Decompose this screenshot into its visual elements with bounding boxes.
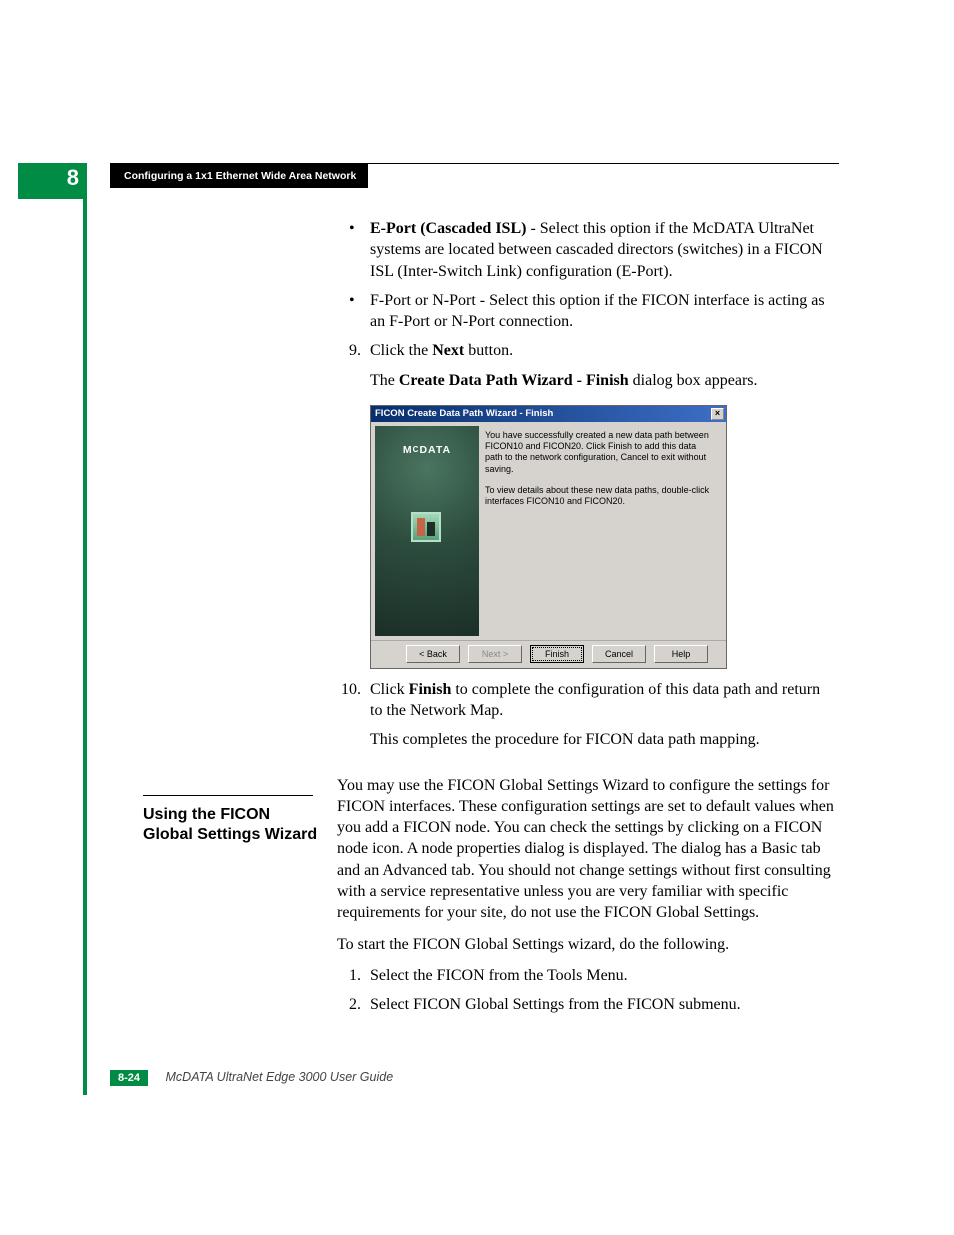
completion-line: This completes the procedure for FICON d… bbox=[337, 729, 834, 750]
dialog-title-text: FICON Create Data Path Wizard - Finish bbox=[375, 408, 553, 421]
cancel-button[interactable]: Cancel bbox=[592, 645, 646, 663]
bullet-f-port: F-Port or N-Port - Select this option if… bbox=[337, 290, 834, 333]
section-step-2-text: Select FICON Global Settings from the FI… bbox=[370, 996, 741, 1013]
step-9-post: button. bbox=[464, 342, 513, 359]
step-9: 9. Click the Next button. bbox=[337, 340, 834, 361]
dialog-message-2: To view details about these new data pat… bbox=[485, 485, 716, 508]
dialog-button-row: < Back Next > Finish Cancel Help bbox=[371, 640, 726, 668]
mcdata-logo: MCDATA bbox=[375, 444, 479, 458]
step-9-follow-pre: The bbox=[370, 372, 399, 389]
page-number: 8-24 bbox=[110, 1070, 148, 1086]
logo-rest: DATA bbox=[419, 444, 451, 456]
bullet-e-port-bold: E-Port (Cascaded ISL) bbox=[370, 220, 526, 237]
next-button[interactable]: Next > bbox=[468, 645, 522, 663]
section-step-2-num: 2. bbox=[337, 994, 361, 1015]
side-green-bar bbox=[83, 163, 87, 1095]
step-9-number: 9. bbox=[337, 340, 361, 361]
help-button[interactable]: Help bbox=[654, 645, 708, 663]
section-heading: Using the FICON Global Settings Wizard bbox=[143, 805, 323, 845]
step-10-bold: Finish bbox=[409, 681, 452, 698]
step-9-follow-post: dialog box appears. bbox=[629, 372, 758, 389]
device-icon bbox=[411, 512, 441, 542]
wizard-dialog: FICON Create Data Path Wizard - Finish ×… bbox=[370, 405, 727, 669]
dialog-title-bar: FICON Create Data Path Wizard - Finish × bbox=[371, 406, 726, 422]
dialog-message-area: You have successfully created a new data… bbox=[479, 426, 722, 636]
dialog-body: MCDATA You have successfully created a n… bbox=[371, 422, 726, 640]
doc-title: McDATA UltraNet Edge 3000 User Guide bbox=[166, 1070, 394, 1084]
section-step-1-num: 1. bbox=[337, 965, 361, 986]
content-column: E-Port (Cascaded ISL) - Select this opti… bbox=[337, 218, 834, 1023]
back-button[interactable]: < Back bbox=[406, 645, 460, 663]
step-9-pre: Click the bbox=[370, 342, 432, 359]
dialog-message-1: You have successfully created a new data… bbox=[485, 430, 716, 475]
page-footer: 8-24 McDATA UltraNet Edge 3000 User Guid… bbox=[110, 1070, 839, 1094]
section-step-1: 1. Select the FICON from the Tools Menu. bbox=[337, 965, 834, 986]
section-para-2: To start the FICON Global Settings wizar… bbox=[337, 934, 834, 955]
step-10-pre: Click bbox=[370, 681, 409, 698]
bullet-f-port-text: F-Port or N-Port - Select this option if… bbox=[370, 292, 825, 330]
page: Configuring a 1x1 Ethernet Wide Area Net… bbox=[0, 0, 954, 1235]
section-step-1-text: Select the FICON from the Tools Menu. bbox=[370, 967, 628, 984]
step-9-bold: Next bbox=[432, 342, 464, 359]
step-9-follow: The Create Data Path Wizard - Finish dia… bbox=[337, 370, 834, 391]
step-10-number: 10. bbox=[337, 679, 361, 700]
close-icon[interactable]: × bbox=[711, 408, 724, 420]
finish-button[interactable]: Finish bbox=[530, 645, 584, 663]
section-heading-rule bbox=[143, 795, 313, 796]
section-para-1: You may use the FICON Global Settings Wi… bbox=[337, 775, 834, 924]
step-10: 10. Click Finish to complete the configu… bbox=[337, 679, 834, 722]
dialog-side-panel: MCDATA bbox=[375, 426, 479, 636]
bullet-e-port: E-Port (Cascaded ISL) - Select this opti… bbox=[337, 218, 834, 282]
chapter-header: Configuring a 1x1 Ethernet Wide Area Net… bbox=[110, 164, 368, 188]
step-9-follow-bold: Create Data Path Wizard - Finish bbox=[399, 372, 629, 389]
chapter-number-badge: 8 bbox=[18, 163, 87, 199]
section-step-2: 2. Select FICON Global Settings from the… bbox=[337, 994, 834, 1015]
